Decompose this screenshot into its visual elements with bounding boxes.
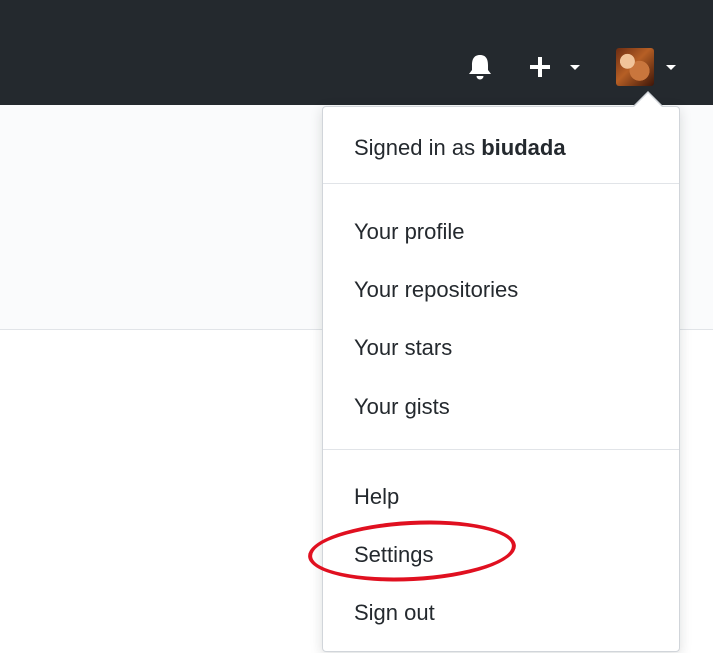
user-menu-button[interactable] bbox=[610, 44, 685, 90]
dropdown-divider bbox=[323, 449, 679, 450]
menu-item-your-profile[interactable]: Your profile bbox=[323, 207, 679, 257]
bell-icon bbox=[469, 55, 491, 80]
username: biudada bbox=[481, 135, 566, 160]
menu-item-sign-out[interactable]: Sign out bbox=[323, 588, 679, 638]
avatar bbox=[616, 48, 654, 86]
plus-icon bbox=[530, 57, 550, 77]
menu-item-settings[interactable]: Settings bbox=[323, 530, 679, 580]
create-new-button[interactable] bbox=[526, 49, 586, 85]
user-dropdown-menu: Signed in as biudada Your profile Your r… bbox=[322, 106, 680, 652]
signed-in-label: Signed in as bbox=[354, 135, 476, 160]
signed-in-header: Signed in as biudada bbox=[354, 135, 566, 161]
menu-item-your-stars[interactable]: Your stars bbox=[323, 323, 679, 373]
chevron-down-icon bbox=[666, 65, 676, 70]
chevron-down-icon bbox=[570, 65, 580, 70]
menu-item-your-repositories[interactable]: Your repositories bbox=[323, 265, 679, 315]
top-navigation-bar bbox=[0, 0, 713, 105]
menu-item-your-gists[interactable]: Your gists bbox=[323, 382, 679, 432]
notifications-button[interactable] bbox=[462, 49, 498, 85]
menu-item-help[interactable]: Help bbox=[323, 472, 679, 522]
dropdown-divider bbox=[323, 183, 679, 184]
dropdown-pointer-fill bbox=[633, 93, 663, 108]
